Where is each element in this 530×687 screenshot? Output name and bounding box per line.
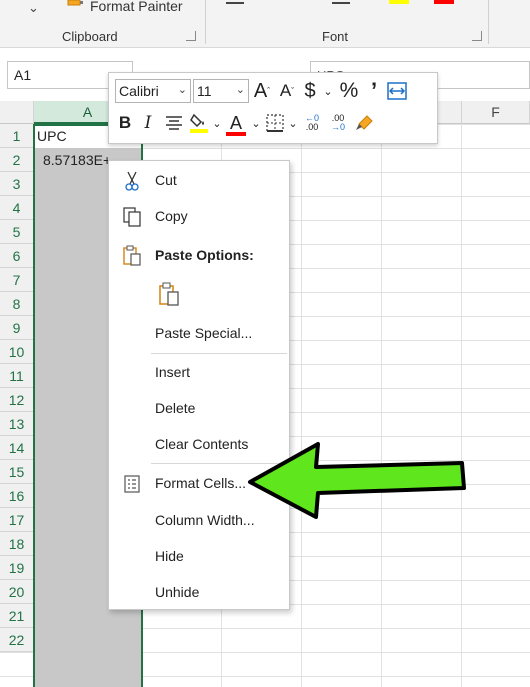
row-header[interactable]: 12: [0, 388, 34, 412]
menu-item-delete[interactable]: Delete: [109, 393, 289, 423]
chevron-down-icon[interactable]: ⌄: [321, 78, 335, 104]
format-cells-icon: [121, 473, 143, 495]
decrease-font-size-icon[interactable]: Aˇ: [275, 78, 299, 104]
clipboard-launcher-icon[interactable]: [186, 31, 196, 41]
borders-button-stub[interactable]: [332, 0, 350, 4]
menu-item-format-cells-label: Format Cells...: [155, 475, 247, 491]
row-header[interactable]: 16: [0, 484, 34, 508]
chevron-down-icon[interactable]: ⌄: [211, 110, 223, 136]
font-color-stub[interactable]: [434, 0, 454, 4]
row-header[interactable]: 11: [0, 364, 34, 388]
menu-item-insert-label: Insert: [155, 364, 191, 380]
row-header[interactable]: 15: [0, 460, 34, 484]
clipboard-group-label: Clipboard: [62, 29, 118, 44]
row-header[interactable]: 22: [0, 628, 34, 652]
format-painter-label: Format Painter: [90, 0, 183, 14]
ribbon-separator: [205, 0, 206, 44]
chevron-down-icon: ⌄: [177, 84, 187, 96]
borders-icon[interactable]: [263, 110, 287, 136]
row-header[interactable]: 3: [0, 172, 34, 196]
row-header[interactable]: 6: [0, 244, 34, 268]
menu-item-hide-label: Hide: [155, 548, 184, 564]
paste-options-header: Paste Options:: [109, 240, 289, 270]
context-menu: Cut Copy Paste Options: Paste Special...…: [108, 160, 290, 610]
menu-item-unhide-label: Unhide: [155, 584, 200, 600]
grid-line: [461, 124, 462, 687]
menu-item-hide[interactable]: Hide: [109, 541, 289, 571]
row-header[interactable]: 21: [0, 604, 34, 628]
row-header[interactable]: 4: [0, 196, 34, 220]
comma-style-icon[interactable]: ’: [363, 78, 385, 104]
fill-color-stub[interactable]: [389, 0, 409, 4]
increase-decimal-icon[interactable]: ←0.00: [299, 110, 325, 136]
grid-line: [301, 124, 302, 687]
accounting-format-icon[interactable]: $: [299, 78, 321, 104]
row-header[interactable]: 9: [0, 316, 34, 340]
ribbon-separator: [488, 0, 489, 44]
scissors-icon: [121, 170, 143, 192]
chevron-down-icon[interactable]: ⌄: [249, 110, 263, 136]
menu-item-insert[interactable]: Insert: [109, 357, 289, 387]
decrease-decimal-icon[interactable]: .00 →0: [325, 110, 351, 136]
menu-item-clear-contents-label: Clear Contents: [155, 436, 249, 452]
font-launcher-icon[interactable]: [472, 31, 482, 41]
merge-center-icon[interactable]: [385, 78, 409, 104]
italic-icon[interactable]: I: [135, 110, 161, 136]
font-size-value: 11: [197, 83, 212, 99]
menu-item-paste-special[interactable]: Paste Special...: [109, 318, 289, 348]
grid-line: [381, 124, 382, 687]
row-header[interactable]: 2: [0, 148, 34, 172]
font-name-value: Calibri: [119, 83, 159, 99]
bold-icon[interactable]: B: [115, 110, 135, 136]
ribbon: ⌄ Format Painter Clipboard Font: [0, 0, 530, 48]
column-header-f[interactable]: F: [462, 101, 530, 124]
row-header[interactable]: 20: [0, 580, 34, 604]
chevron-down-icon: ⌄: [235, 84, 245, 96]
row-header[interactable]: 19: [0, 556, 34, 580]
percent-style-icon[interactable]: %: [335, 78, 363, 104]
font-name-combo[interactable]: Calibri ⌄: [115, 79, 191, 103]
font-group-label: Font: [322, 29, 349, 44]
row-header[interactable]: 13: [0, 412, 34, 436]
row-header[interactable]: 18: [0, 532, 34, 556]
row-header[interactable]: 5: [0, 220, 34, 244]
font-color-icon[interactable]: A: [223, 110, 249, 136]
row-header[interactable]: 7: [0, 268, 34, 292]
format-painter-icon: [67, 0, 83, 6]
row-header[interactable]: 14: [0, 436, 34, 460]
menu-item-paste-special-label: Paste Special...: [155, 325, 253, 341]
increase-font-size-icon[interactable]: Aˆ: [249, 78, 275, 104]
row-header[interactable]: 8: [0, 292, 34, 316]
chevron-down-icon[interactable]: ⌄: [287, 110, 299, 136]
fill-color-icon[interactable]: [187, 110, 211, 136]
menu-separator: [151, 353, 287, 354]
menu-item-delete-label: Delete: [155, 400, 196, 416]
font-size-combo[interactable]: 11 ⌄: [193, 79, 249, 103]
menu-item-copy-label: Copy: [155, 208, 188, 224]
format-painter-button[interactable]: Format Painter: [66, 0, 183, 14]
menu-item-copy[interactable]: Copy: [109, 201, 289, 231]
row-header[interactable]: 1: [0, 124, 34, 148]
font-button-stub[interactable]: [226, 0, 244, 4]
menu-item-unhide[interactable]: Unhide: [109, 577, 289, 607]
chevron-down-icon[interactable]: ⌄: [28, 0, 39, 16]
row-header[interactable]: 10: [0, 340, 34, 364]
mini-toolbar: Calibri ⌄ 11 ⌄ Aˆ Aˇ $ ⌄ % ’ B I ⌄ A ⌄ ⌄: [108, 72, 438, 144]
menu-item-cut-label: Cut: [155, 172, 177, 188]
menu-item-cut[interactable]: Cut: [109, 165, 289, 195]
paste-icon: [157, 282, 183, 308]
format-painter-icon[interactable]: [351, 110, 377, 136]
paste-options-label: Paste Options:: [155, 247, 254, 263]
align-center-icon[interactable]: [161, 110, 187, 136]
paste-button[interactable]: [109, 278, 289, 312]
copy-icon: [121, 206, 143, 228]
row-header[interactable]: 17: [0, 508, 34, 532]
select-all-corner[interactable]: [0, 101, 34, 124]
annotation-arrow: [248, 442, 466, 519]
clipboard-icon: [121, 245, 143, 267]
